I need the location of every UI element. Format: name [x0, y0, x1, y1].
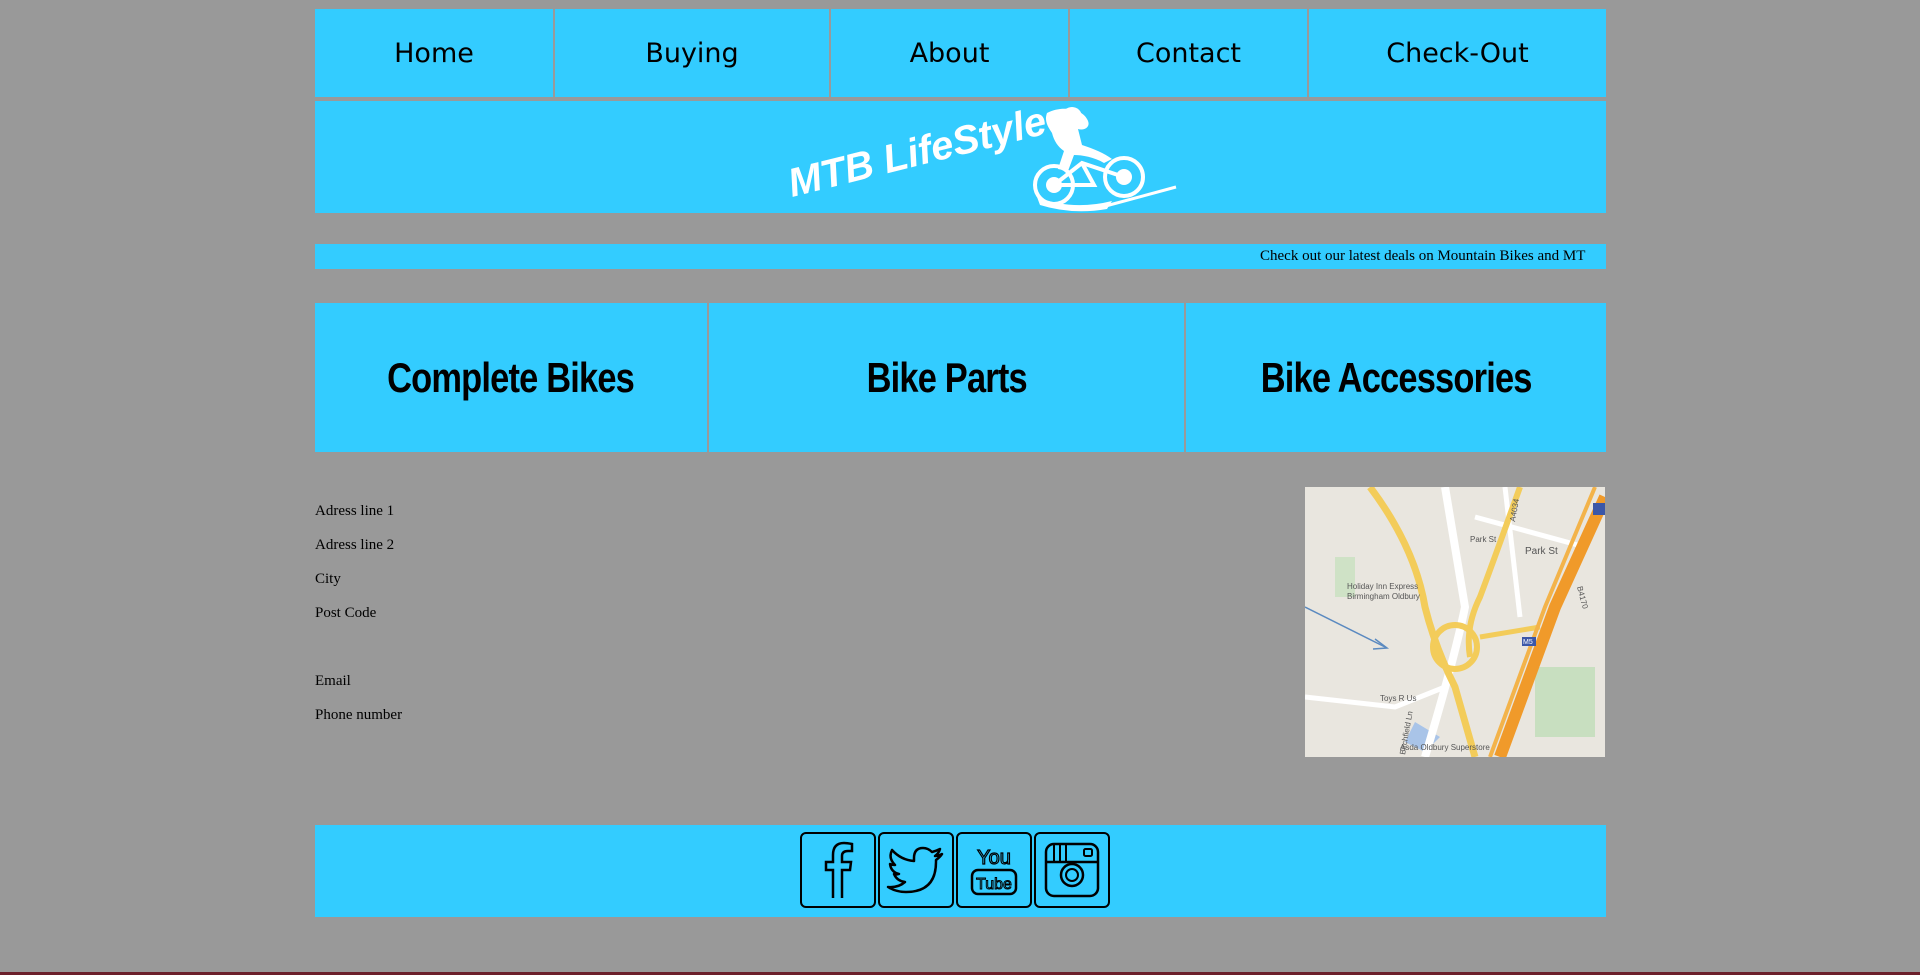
logo-text: MTB LifeStyle — [784, 101, 1051, 206]
youtube-icon: You Tube — [970, 846, 1018, 896]
nav-buying[interactable]: Buying — [555, 9, 831, 97]
category-label: Bike Parts — [866, 353, 1027, 401]
header-banner: MTB LifeStyle — [315, 101, 1606, 213]
map-label-m5: M5 — [1523, 639, 1533, 646]
location-map[interactable]: Park St Park St A4034 Holiday Inn Expres… — [1305, 487, 1605, 757]
category-row: Complete Bikes Bike Parts Bike Accessori… — [315, 303, 1606, 452]
contact-email: Email — [315, 673, 351, 689]
map-label-asda: Asda Oldbury Superstore — [1400, 743, 1490, 752]
address-postcode: Post Code — [315, 605, 377, 621]
map-label-park-st: Park St — [1470, 535, 1497, 544]
svg-text:Tube: Tube — [976, 876, 1012, 893]
category-bike-parts[interactable]: Bike Parts — [709, 303, 1186, 452]
nav-check-out[interactable]: Check-Out — [1309, 9, 1606, 97]
instagram-link[interactable] — [1034, 832, 1110, 908]
map-label-park-st-2: Park St — [1525, 546, 1558, 557]
nav-contact[interactable]: Contact — [1070, 9, 1309, 97]
map-image: Park St Park St A4034 Holiday Inn Expres… — [1305, 487, 1605, 757]
category-bike-accessories[interactable]: Bike Accessories — [1186, 303, 1606, 452]
address-spacer — [315, 638, 402, 672]
contact-address: Adress line 1 Adress line 2 City Post Co… — [315, 502, 402, 740]
news-ticker: Check out our latest deals on Mountain B… — [315, 244, 1606, 269]
map-label-holiday-inn-2: Birmingham Oldbury — [1347, 592, 1420, 601]
mtb-lifestyle-logo[interactable]: MTB LifeStyle — [782, 101, 1182, 213]
youtube-link[interactable]: You Tube — [956, 832, 1032, 908]
category-label: Bike Accessories — [1260, 353, 1533, 401]
ticker-text: Check out our latest deals on Mountain B… — [1260, 248, 1586, 264]
twitter-link[interactable] — [878, 832, 954, 908]
address-city: City — [315, 571, 341, 587]
address-line-2: Adress line 2 — [315, 537, 395, 553]
category-complete-bikes[interactable]: Complete Bikes — [315, 303, 709, 452]
cyclist-icon — [1045, 107, 1112, 171]
facebook-link[interactable] — [800, 832, 876, 908]
map-label-toys-r-us: Toys R Us — [1380, 694, 1416, 703]
contact-phone: Phone number — [315, 707, 403, 723]
svg-text:You: You — [977, 847, 1011, 869]
category-label: Complete Bikes — [387, 353, 636, 401]
footer: You Tube — [315, 825, 1606, 917]
twitter-icon — [886, 846, 944, 894]
social-links: You Tube — [800, 832, 1110, 908]
main-nav: Home Buying About Contact Check-Out — [315, 9, 1606, 97]
nav-about[interactable]: About — [831, 9, 1070, 97]
instagram-icon — [1044, 842, 1100, 898]
facebook-icon — [824, 841, 854, 898]
nav-home[interactable]: Home — [315, 9, 555, 97]
address-line-1: Adress line 1 — [315, 503, 395, 519]
map-label-holiday-inn: Holiday Inn Express — [1347, 582, 1418, 591]
